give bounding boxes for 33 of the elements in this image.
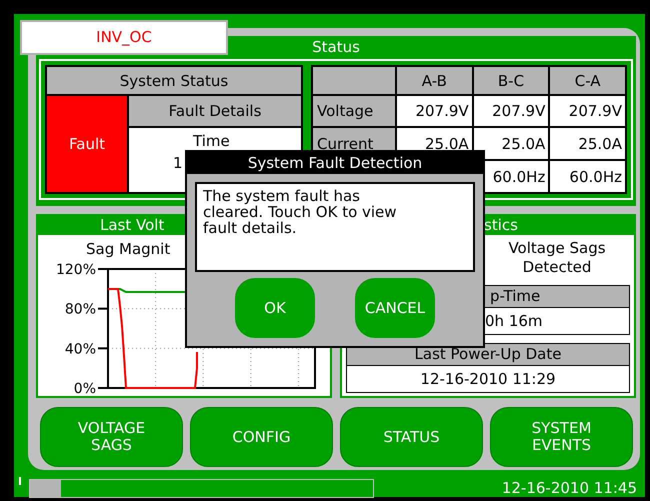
column-header: C-A <box>549 66 626 95</box>
table-cell: 207.9V <box>396 95 473 127</box>
table-cell: 25.0A <box>472 127 550 160</box>
column-header: A-B <box>396 66 473 95</box>
detail-text: 1 <box>172 153 183 172</box>
nav-button[interactable]: CONFIG <box>190 407 333 467</box>
nav-button[interactable]: VOLTAGE SAGS <box>40 407 183 467</box>
table-header: Fault Details <box>128 95 302 127</box>
axis-label: 40% <box>64 341 96 358</box>
status-indicator: Fault <box>46 95 128 193</box>
table-cell: 207.9V <box>549 95 626 127</box>
axis-label: 80% <box>64 302 96 318</box>
dialog-title: System Fault Detection <box>187 152 483 174</box>
detail-text: Time <box>192 131 230 150</box>
statistic-label: Voltage Sags Detected <box>507 239 607 277</box>
axis-label: 0% <box>74 381 96 396</box>
column-header: B-C <box>472 66 550 95</box>
table-cell: 25.0A <box>549 127 626 160</box>
section-title: Status <box>312 37 360 58</box>
axis-label: 120% <box>56 262 96 278</box>
date-time: 12-16-2010 11:45 <box>502 479 637 497</box>
table-cell: 207.9V <box>472 95 550 127</box>
table-header: System Status <box>46 66 302 95</box>
field-label: Last Power-Up Date <box>347 344 629 366</box>
dialog-message: The system fault has cleared. Touch OK to view fault details. <box>195 182 475 272</box>
dialog-button[interactable]: CANCEL <box>355 278 435 338</box>
nav-button[interactable]: SYSTEM EVENTS <box>490 407 633 467</box>
table-cell: 60.0Hz <box>549 160 626 193</box>
nav-button[interactable]: STATUS <box>340 407 483 467</box>
chart-title: Sag Magnit <box>85 239 172 258</box>
alarm-tag: INV_OC <box>20 20 228 55</box>
dialog-button[interactable]: OK <box>235 278 315 338</box>
row-label: Voltage <box>312 95 396 127</box>
